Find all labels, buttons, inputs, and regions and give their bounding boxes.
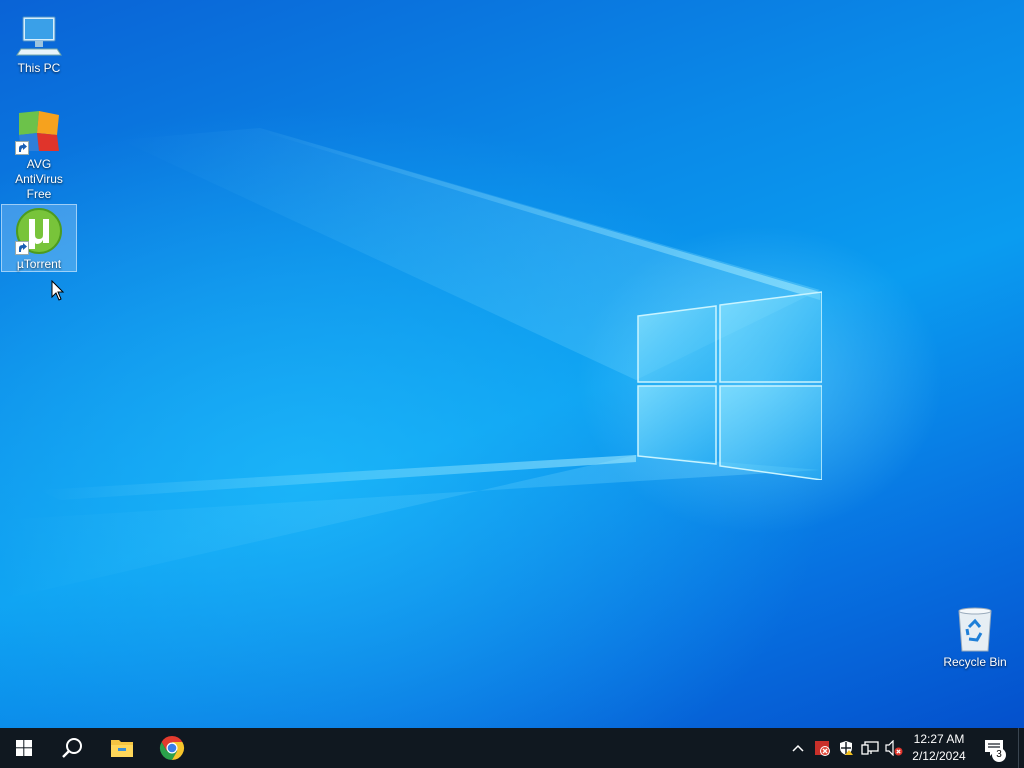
desktop-icon-label: µTorrent xyxy=(16,257,62,271)
taskbar: 12:27 AM 2/12/2024 3 xyxy=(0,728,1024,768)
show-desktop-button[interactable] xyxy=(1018,728,1024,768)
network-icon xyxy=(861,741,879,755)
start-button[interactable] xyxy=(0,728,48,768)
taskbar-file-explorer[interactable] xyxy=(98,728,146,768)
avg-tray-icon xyxy=(815,741,830,756)
taskbar-clock[interactable]: 12:27 AM 2/12/2024 xyxy=(904,731,974,765)
shortcut-arrow-icon xyxy=(15,241,29,255)
security-shield-icon xyxy=(840,741,853,755)
taskbar-chrome[interactable] xyxy=(148,728,196,768)
show-hidden-icons-button[interactable] xyxy=(788,738,808,758)
windows-logo-wallpaper xyxy=(637,291,822,480)
desktop-icon-label: AVG AntiVirus Free xyxy=(15,157,63,201)
search-icon xyxy=(62,738,82,758)
windows-start-icon xyxy=(16,740,32,756)
desktop-icon-utorrent[interactable]: µTorrent xyxy=(1,204,77,272)
chevron-up-icon xyxy=(792,744,804,752)
desktop[interactable]: This PC AVG AntiVirus Free µTorrent Recy… xyxy=(0,0,1024,728)
tray-network[interactable] xyxy=(860,738,880,758)
tray-volume[interactable] xyxy=(884,738,904,758)
computer-icon xyxy=(15,11,63,59)
mouse-pointer-icon xyxy=(51,280,65,301)
wallpaper-light-beams xyxy=(0,128,820,600)
volume-muted-icon xyxy=(885,740,903,756)
tray-avg[interactable] xyxy=(812,738,832,758)
utorrent-icon xyxy=(15,207,63,255)
desktop-icon-this-pc[interactable]: This PC xyxy=(1,8,77,79)
tray-security[interactable] xyxy=(836,738,856,758)
desktop-icon-avg-antivirus[interactable]: AVG AntiVirus Free xyxy=(1,104,77,205)
chrome-icon xyxy=(159,736,185,760)
desktop-icon-label: This PC xyxy=(17,61,61,75)
notification-count-badge: 3 xyxy=(992,748,1006,762)
shortcut-arrow-icon xyxy=(15,141,29,155)
desktop-icon-label: Recycle Bin xyxy=(943,655,1007,669)
clock-time: 12:27 AM xyxy=(913,732,965,746)
avg-antivirus-icon xyxy=(15,107,63,155)
clock-date: 2/12/2024 xyxy=(912,749,966,763)
search-button[interactable] xyxy=(48,728,96,768)
recycle-bin-icon xyxy=(951,605,999,653)
desktop-icon-recycle-bin[interactable]: Recycle Bin xyxy=(937,602,1013,673)
file-explorer-icon xyxy=(111,740,133,757)
